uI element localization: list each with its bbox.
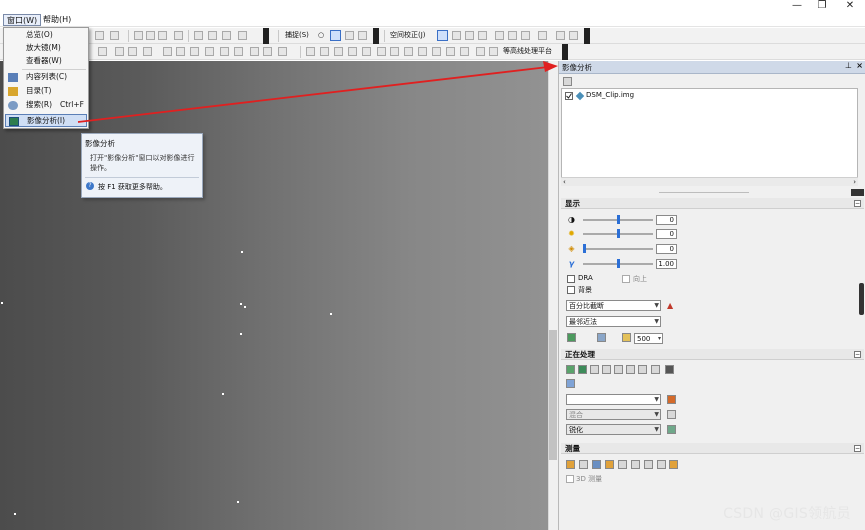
up-checkbox[interactable] [622, 275, 630, 283]
measure-distance-icon[interactable] [566, 460, 575, 469]
measure-section-header[interactable]: 测量 − [561, 443, 864, 454]
layer-name: DSM_Clip.img [586, 91, 635, 99]
measure-centroid-icon[interactable] [618, 460, 627, 469]
sharpen-select[interactable]: 锐化 ▼ [566, 424, 661, 435]
image-analysis-panel: 影像分析 ⊥ × DSM_Clip.img ‹ › 显示 − ◑ 0 ✹ 0 ◈… [558, 61, 865, 530]
slider-thumb[interactable] [617, 259, 620, 268]
chevron-down-icon: ▼ [654, 396, 659, 403]
spinner-icon: ▾ [657, 335, 661, 342]
filter-icon[interactable] [667, 425, 676, 434]
layer-list-scrollbar[interactable]: ‹ › [561, 177, 858, 186]
histogram-icon[interactable]: ▲ [667, 301, 673, 310]
panel-header: 影像分析 ⊥ × [559, 61, 865, 74]
gamma-value[interactable]: 1.00 [656, 259, 677, 269]
orthorectify-icon[interactable] [638, 365, 647, 374]
section-title: 显示 [565, 199, 580, 208]
scroll-left-icon[interactable]: ‹ [563, 178, 566, 186]
transparency-value[interactable]: 0 [656, 244, 677, 254]
contrast-icon: ◑ [568, 215, 575, 224]
dra-checkbox[interactable] [567, 275, 575, 283]
measure-3d-checkbox[interactable] [566, 475, 574, 483]
blend-icon[interactable] [667, 410, 676, 419]
chevron-down-icon: ▼ [654, 411, 659, 418]
section-title: 正在处理 [565, 350, 595, 359]
transparency-slider[interactable] [583, 244, 653, 253]
arrow-head [543, 61, 558, 72]
splitter[interactable] [659, 192, 749, 193]
collapse-icon[interactable]: − [854, 351, 861, 358]
zoom-resolution-icon[interactable] [597, 333, 606, 342]
composite-bands-icon[interactable] [614, 365, 623, 374]
measure-point-icon[interactable] [605, 460, 614, 469]
panel-scrollbar-thumb[interactable] [859, 283, 864, 315]
processing-section-header[interactable]: 正在处理 − [561, 349, 864, 360]
ndvi-icon[interactable] [626, 365, 635, 374]
transparency-icon: ◈ [568, 244, 575, 253]
brightness-value[interactable]: 0 [656, 229, 677, 239]
zoom-input[interactable]: 500 ▾ [634, 333, 663, 344]
contrast-value[interactable]: 0 [656, 215, 677, 225]
measure-height-icon[interactable] [579, 460, 588, 469]
gamma-slider[interactable] [583, 259, 653, 268]
gamma-icon: γ [568, 259, 575, 268]
pansharpen-icon[interactable] [651, 365, 660, 374]
measure-shadow-icon[interactable] [657, 460, 666, 469]
panel-title: 影像分析 [562, 63, 592, 72]
panel-close-icon[interactable]: × [856, 61, 863, 70]
contrast-slider[interactable] [583, 215, 653, 224]
chevron-down-icon: ▼ [654, 318, 659, 325]
mask-icon[interactable] [578, 365, 587, 374]
export-icon[interactable] [665, 365, 674, 374]
colormap-icon[interactable] [667, 395, 676, 404]
mosaic-icon[interactable] [590, 365, 599, 374]
chevron-down-icon: ▼ [654, 426, 659, 433]
background-checkbox[interactable] [567, 286, 575, 294]
dra-label: DRA [578, 274, 593, 282]
layer-list[interactable]: DSM_Clip.img [561, 88, 858, 186]
swipe-icon[interactable] [567, 333, 576, 342]
resample-value: 最邻近法 [569, 318, 597, 326]
sharpen-value: 锐化 [569, 426, 583, 434]
zoom-level-icon[interactable] [622, 333, 631, 342]
layer-options-icon[interactable] [563, 77, 572, 86]
shaded-relief-icon[interactable] [602, 365, 611, 374]
slider-thumb[interactable] [617, 229, 620, 238]
collapse-icon[interactable]: − [854, 200, 861, 207]
layer-checkbox[interactable] [565, 92, 573, 100]
clip-icon[interactable] [566, 365, 575, 374]
blend-value: 混合 [569, 411, 583, 419]
chevron-down-icon: ▼ [654, 302, 659, 309]
raster-layer-icon [575, 91, 585, 101]
stretch-value: 百分比截断 [569, 302, 604, 310]
scroll-right-icon[interactable]: › [853, 178, 856, 186]
zoom-value: 500 [637, 335, 651, 343]
display-section-header[interactable]: 显示 − [561, 198, 864, 209]
measure-perimeter-icon[interactable] [631, 460, 640, 469]
measure-3d-label: 3D 测量 [576, 475, 603, 483]
background-label: 背景 [578, 286, 592, 294]
up-label: 向上 [633, 275, 647, 283]
resample-select[interactable]: 最邻近法 ▼ [566, 316, 661, 327]
slider-thumb[interactable] [617, 215, 620, 224]
panel-overflow[interactable] [851, 189, 864, 196]
stretch-select[interactable]: 百分比截断 ▼ [566, 300, 661, 311]
pin-icon[interactable]: ⊥ [845, 61, 852, 70]
measure-area-icon[interactable] [592, 460, 601, 469]
function-icon[interactable] [566, 379, 575, 388]
watermark: CSDN @GIS领航员 [723, 506, 851, 522]
section-title: 测量 [565, 444, 580, 453]
brightness-icon: ✹ [568, 229, 575, 238]
collapse-icon[interactable]: − [854, 445, 861, 452]
arrow-line [77, 66, 549, 123]
measure-angle-icon[interactable] [644, 460, 653, 469]
measure-results-icon[interactable] [669, 460, 678, 469]
brightness-slider[interactable] [583, 229, 653, 238]
blend-select[interactable]: 混合 ▼ [566, 409, 661, 420]
slider-thumb[interactable] [583, 244, 586, 253]
processing-select[interactable]: ▼ [566, 394, 661, 405]
